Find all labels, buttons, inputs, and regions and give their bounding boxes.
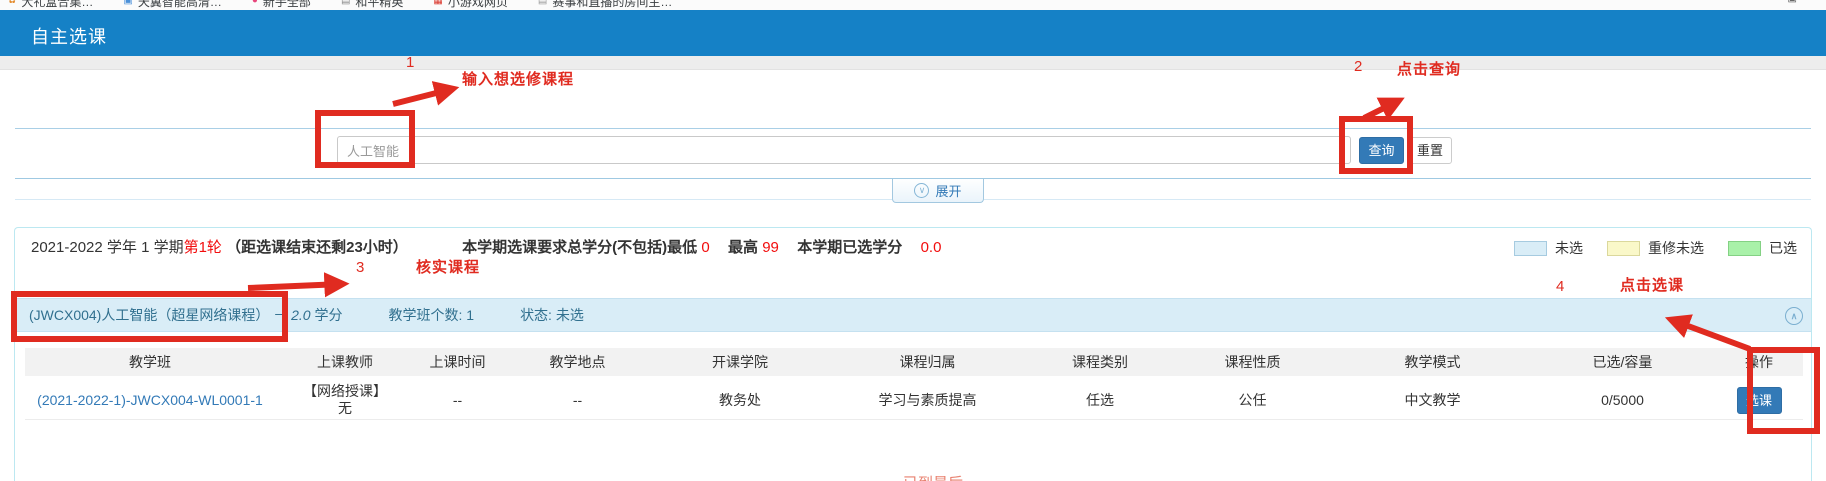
dot-icon: ● <box>252 0 258 6</box>
selected-swatch <box>1728 241 1761 256</box>
college-cell: 教务处 <box>655 379 825 419</box>
teacher-cell: 【网络授课】 无 <box>275 379 415 419</box>
col-category: 课程类别 <box>1030 348 1170 379</box>
col-mode: 教学模式 <box>1335 348 1530 379</box>
app-header: 自主选课 <box>0 10 1826 56</box>
end-of-list-text: 已到最后 <box>903 472 963 481</box>
arrow-step2 <box>1364 101 1398 118</box>
annotation-step1-number: 1 <box>406 54 414 71</box>
nature-cell: 公任 <box>1170 379 1335 419</box>
place-cell: -- <box>500 379 655 419</box>
col-time: 上课时间 <box>415 348 500 379</box>
semester-round: 第1轮 <box>184 239 222 256</box>
collapse-icon[interactable]: ∧ <box>1785 307 1803 325</box>
bookmark-label: 天翼智能高清… <box>138 0 222 10</box>
col-college: 开课学院 <box>655 348 825 379</box>
selection-countdown: （距选课结束还剩23小时） <box>226 239 408 256</box>
retake-swatch <box>1607 241 1640 256</box>
table-header-row: 教学班 上课教师 上课时间 教学地点 开课学院 课程归属 课程类别 课程性质 教… <box>25 348 1803 379</box>
credit-min-value: 0 <box>701 239 709 256</box>
legend-item-selected: 已选 <box>1728 238 1797 258</box>
bookmark-item[interactable]: ▤ 赛事和直播的房间主… <box>538 0 672 10</box>
app-icon: ▣ <box>123 0 132 6</box>
col-attribution: 课程归属 <box>825 348 1030 379</box>
course-class-count: 教学班个数: 1 <box>388 305 474 325</box>
bookmark-item[interactable]: ▤ 和平精英 <box>341 0 403 10</box>
bookmark-label: 小游戏网页 <box>448 0 508 10</box>
bookmark-item[interactable]: ▣ 天翼智能高清… <box>123 0 221 10</box>
query-button[interactable]: 查询 <box>1359 137 1404 164</box>
col-action: 操作 <box>1715 348 1803 379</box>
selected-credits-label: 本学期已选学分 <box>797 239 902 256</box>
time-cell: -- <box>415 379 500 419</box>
expand-label: 展开 <box>935 181 961 200</box>
course-header-bar[interactable]: (JWCX004)人工智能（超星网络课程） － 2.0 学分 教学班个数: 1 … <box>15 298 1811 332</box>
semester-info: 2021-2022 学年 1 学期第1轮 （距选课结束还剩23小时） 本学期选课… <box>31 236 941 257</box>
bookmark-label: 大礼盒合集… <box>21 0 93 10</box>
teacher-name: 无 <box>275 400 415 417</box>
reset-button[interactable]: 重置 <box>1408 137 1452 164</box>
legend-item-retake: 重修未选 <box>1607 238 1704 258</box>
page-title: 自主选课 <box>31 23 107 49</box>
annotation-step4-number: 4 <box>1556 278 1564 295</box>
course-selection-page: ✿ 大礼盒合集… ▣ 天翼智能高清… ● 新手全部 ▤ 和平精英 ▦ 小游戏网页 ▤ 赛事和… <box>0 0 1826 481</box>
chevron-down-icon: ∨ <box>914 183 929 198</box>
page-icon: ▤ <box>538 0 547 6</box>
semester-term: 2021-2022 学年 1 学期 <box>31 239 184 256</box>
credit-max-label: 最高 <box>728 239 758 256</box>
bookmark-label: 新手全部 <box>263 0 311 10</box>
annotation-step1-text: 输入想选修课程 <box>462 68 574 89</box>
teacher-tag: 【网络授课】 <box>275 383 415 400</box>
selected-credits-value: 0.0 <box>921 239 942 256</box>
annotation-step3-number: 3 <box>356 259 364 276</box>
course-title: (JWCX004)人工智能（超星网络课程） － 2.0 学分 <box>29 305 342 325</box>
class-code-link[interactable]: (2021-2022-1)-JWCX004-WL0001-1 <box>37 392 263 408</box>
course-credit: 2.0 <box>291 307 310 323</box>
search-panel: 查询 重置 <box>15 128 1811 179</box>
attribution-cell: 学习与素质提高 <box>825 379 1030 419</box>
bookmark-label: 和平精英 <box>355 0 403 10</box>
bookmark-item[interactable]: ● 新手全部 <box>252 0 311 10</box>
capacity-cell: 0/5000 <box>1530 379 1715 419</box>
expand-toggle[interactable]: ∨ 展开 <box>892 179 984 203</box>
status-legend: 未选 重修未选 已选 <box>1514 238 1797 258</box>
results-panel: 2021-2022 学年 1 学期第1轮 （距选课结束还剩23小时） 本学期选课… <box>14 227 1812 481</box>
bookmark-label: 赛事和直播的房间主… <box>552 0 672 10</box>
bookmarks-icon: ▣ <box>1788 0 1797 4</box>
credit-max-value: 99 <box>762 239 779 256</box>
category-cell: 任选 <box>1030 379 1170 419</box>
page-icon: ▤ <box>341 0 350 6</box>
annotation-step2-text: 点击查询 <box>1397 58 1461 79</box>
bookmarks-overflow[interactable]: ▣ ⋯ <box>1788 0 1814 5</box>
col-place: 教学地点 <box>500 348 655 379</box>
mode-cell: 中文教学 <box>1335 379 1530 419</box>
course-search-input[interactable] <box>337 136 1351 164</box>
browser-bookmarks-bar: ✿ 大礼盒合集… ▣ 天翼智能高清… ● 新手全部 ▤ 和平精英 ▦ 小游戏网页 ▤ 赛事和… <box>0 0 1826 10</box>
col-teaching-class: 教学班 <box>25 348 275 379</box>
header-substrip <box>0 56 1826 70</box>
select-course-button[interactable]: 选课 <box>1737 387 1782 414</box>
course-status: 状态: 未选 <box>520 305 584 325</box>
annotation-step4-text: 点击选课 <box>1620 274 1684 295</box>
col-teacher: 上课教师 <box>275 348 415 379</box>
col-capacity: 已选/容量 <box>1530 348 1715 379</box>
legend-item-unselected: 未选 <box>1514 238 1583 258</box>
class-sections-table: 教学班 上课教师 上课时间 教学地点 开课学院 课程归属 课程类别 课程性质 教… <box>25 348 1803 420</box>
bookmark-item[interactable]: ✿ 大礼盒合集… <box>8 0 93 10</box>
red-badge-icon: ▦ <box>433 0 442 6</box>
credit-requirement-label: 本学期选课要求总学分(不包括)最低 <box>462 239 697 256</box>
flower-icon: ✿ <box>8 0 16 6</box>
unselected-swatch <box>1514 241 1547 256</box>
table-row: (2021-2022-1)-JWCX004-WL0001-1 【网络授课】 无 … <box>25 379 1803 419</box>
arrow-step1 <box>393 89 452 104</box>
annotation-step2-number: 2 <box>1354 58 1362 75</box>
bookmark-item[interactable]: ▦ 小游戏网页 <box>433 0 507 10</box>
col-nature: 课程性质 <box>1170 348 1335 379</box>
annotation-step3-text: 核实课程 <box>416 256 480 277</box>
